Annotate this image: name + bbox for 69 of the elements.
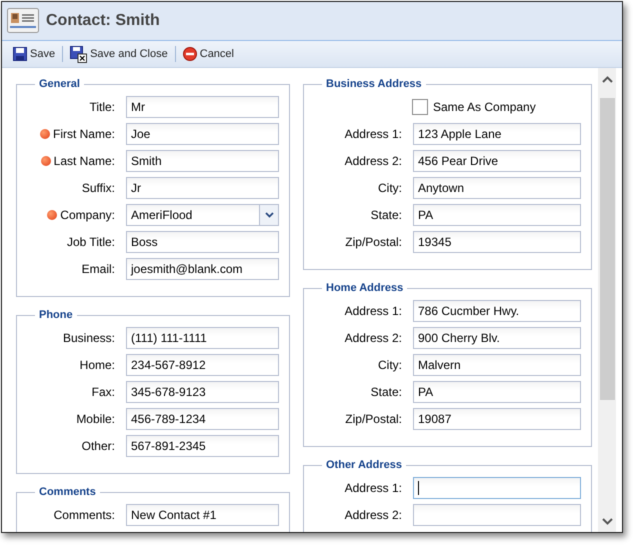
field-label: State: — [370, 208, 402, 222]
field-label: State: — [370, 385, 402, 399]
field-label: First Name: — [52, 127, 115, 141]
field-label: Business: — [62, 331, 115, 345]
field-label: Job Title: — [66, 235, 115, 249]
dropdown-field[interactable]: AmeriFlood — [126, 204, 279, 226]
chevron-down-icon — [264, 212, 274, 218]
checkbox[interactable] — [412, 99, 428, 115]
field-label: Last Name: — [54, 154, 115, 168]
text-area[interactable]: New Contact #1 — [126, 504, 279, 526]
chevron-up-icon[interactable] — [602, 76, 612, 82]
input-field[interactable]: Joe — [126, 123, 279, 145]
field-label: Company: — [60, 208, 115, 222]
input-field[interactable]: 19087 — [413, 408, 581, 430]
field-label: City: — [378, 358, 402, 372]
field-label: Mobile: — [76, 412, 115, 426]
field-label: Address 1: — [344, 127, 402, 141]
contact-card-icon — [7, 7, 39, 35]
input-field[interactable]: 900 Cherry Blv. — [413, 327, 581, 349]
field-label: Home: — [80, 358, 115, 372]
input-field[interactable]: 123 Apple Lane — [413, 123, 581, 145]
field-label: Zip/Postal: — [345, 235, 402, 249]
section-title: Other Address — [325, 459, 404, 471]
toolbar-button[interactable]: Save and Close — [67, 44, 171, 64]
field-label: Address 1: — [344, 481, 402, 495]
input-field[interactable]: PA — [413, 381, 581, 403]
cancel-icon — [182, 47, 197, 61]
section-title: General — [38, 78, 81, 90]
toolbar-button[interactable]: Save — [10, 45, 58, 63]
field-label: Other: — [82, 439, 115, 453]
input-field[interactable]: PA — [413, 204, 581, 226]
field-label: Title: — [89, 100, 115, 114]
input-field[interactable]: Smith — [126, 150, 279, 172]
input-field[interactable]: 19345 — [413, 231, 581, 253]
section-title: Comments — [38, 486, 97, 498]
input-field[interactable] — [413, 477, 581, 499]
input-field[interactable]: joesmith@blank.com — [126, 258, 279, 280]
field-label: Email: — [82, 262, 115, 276]
section-title: Home Address — [325, 282, 404, 294]
input-field[interactable]: 345-678-9123 — [126, 381, 279, 403]
window-title: Contact: Smith — [46, 12, 160, 30]
section-title: Phone — [38, 309, 74, 321]
field-label: Fax: — [92, 385, 115, 399]
checkbox-label: Same As Company — [433, 100, 536, 114]
chevron-down-icon[interactable] — [602, 518, 612, 524]
input-field[interactable]: (111) 111-1111 — [126, 327, 279, 349]
input-field[interactable]: 567-891-2345 — [126, 435, 279, 457]
field-label: Suffix: — [82, 181, 115, 195]
input-field[interactable] — [413, 504, 581, 526]
input-field[interactable]: 234-567-8912 — [126, 354, 279, 376]
input-field[interactable]: 456 Pear Drive — [413, 150, 581, 172]
field-label: Address 2: — [344, 154, 402, 168]
field-label: Comments: — [54, 508, 115, 522]
field-label: Address 2: — [344, 508, 402, 522]
section-title: Business Address — [325, 78, 423, 90]
field-label: Address 2: — [344, 331, 402, 345]
input-field[interactable]: 786 Cucmber Hwy. — [413, 300, 581, 322]
input-field[interactable]: Anytown — [413, 177, 581, 199]
input-field[interactable]: Boss — [126, 231, 279, 253]
input-field[interactable]: 456-789-1234 — [126, 408, 279, 430]
input-field[interactable]: Mr — [126, 96, 279, 118]
field-label: Zip/Postal: — [345, 412, 402, 426]
input-field[interactable]: Jr — [126, 177, 279, 199]
field-label: City: — [378, 181, 402, 195]
floppy-disk-close-icon — [70, 46, 88, 62]
toolbar-button[interactable]: Cancel — [180, 45, 237, 63]
input-field[interactable]: Malvern — [413, 354, 581, 376]
field-label: Address 1: — [344, 304, 402, 318]
scrollbar[interactable] — [598, 68, 616, 532]
